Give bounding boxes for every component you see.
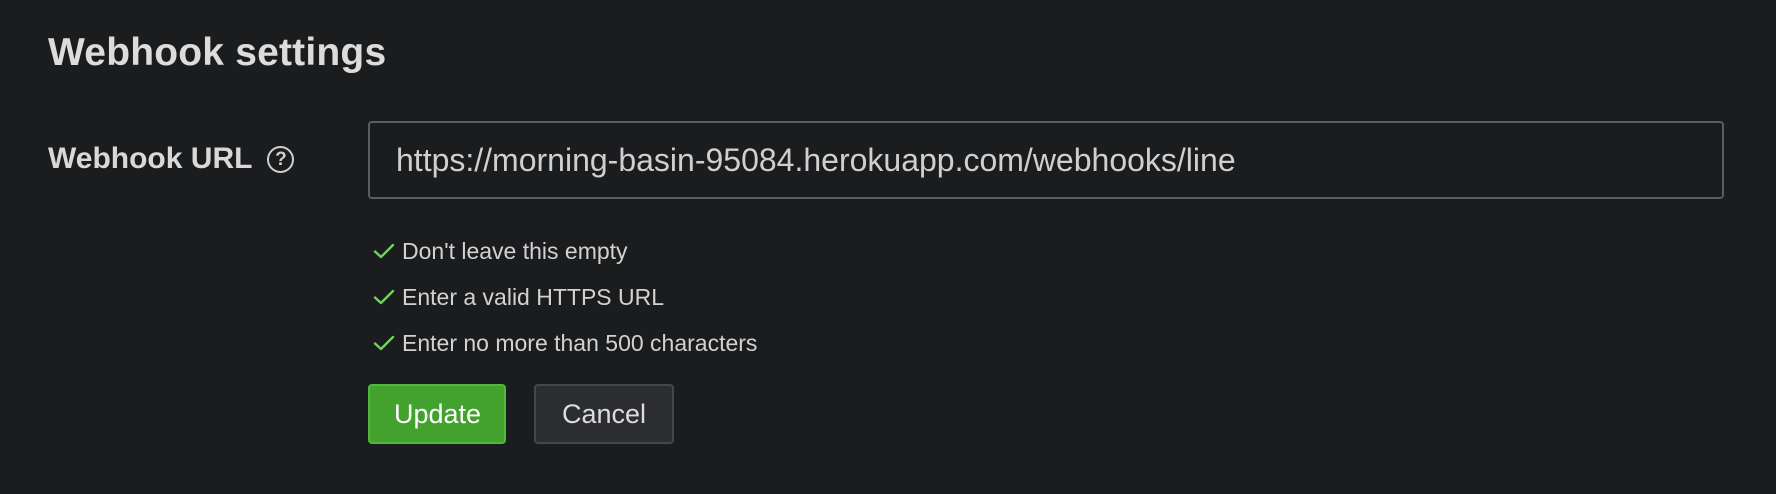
- page-title: Webhook settings: [48, 31, 387, 74]
- webhook-url-field[interactable]: [368, 121, 1724, 199]
- validation-rule: Don't leave this empty: [372, 228, 757, 274]
- validation-rule-text: Don't leave this empty: [402, 237, 628, 264]
- check-icon: [373, 335, 395, 351]
- form-actions: Update Cancel: [368, 384, 674, 444]
- validation-rule: Enter no more than 500 characters: [372, 320, 757, 366]
- update-button[interactable]: Update: [368, 384, 506, 444]
- cancel-button[interactable]: Cancel: [534, 384, 674, 444]
- webhook-url-input[interactable]: [370, 123, 1722, 197]
- validation-rules: Don't leave this empty Enter a valid HTT…: [372, 228, 757, 366]
- validation-rule: Enter a valid HTTPS URL: [372, 274, 757, 320]
- webhook-url-label-text: Webhook URL: [48, 142, 253, 175]
- webhook-url-label: Webhook URL ?: [48, 138, 295, 180]
- check-icon: [373, 243, 395, 259]
- validation-rule-text: Enter no more than 500 characters: [402, 329, 758, 356]
- question-circle-icon[interactable]: ?: [267, 145, 295, 173]
- validation-rule-text: Enter a valid HTTPS URL: [402, 283, 665, 310]
- check-icon: [373, 289, 395, 305]
